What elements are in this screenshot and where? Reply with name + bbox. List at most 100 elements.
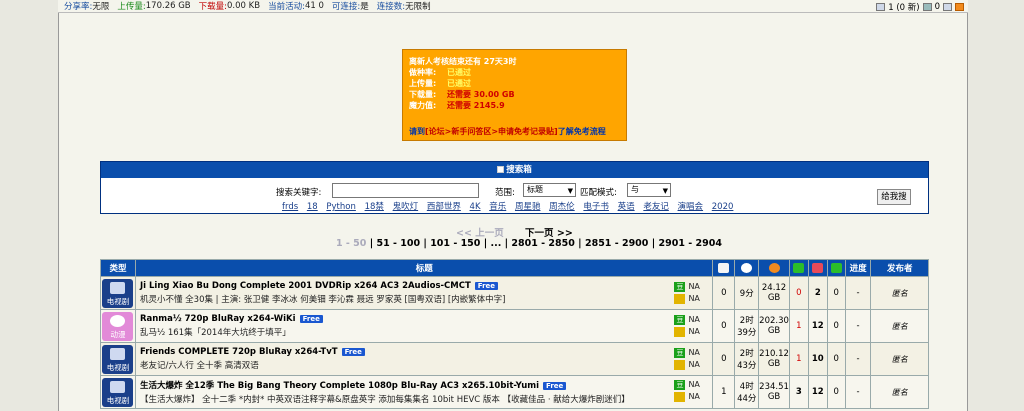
search-box-header[interactable]: 搜索箱 bbox=[101, 162, 928, 178]
torrent-title-link[interactable]: 生活大爆炸 全12季 The Big Bang Theory Complete … bbox=[140, 381, 539, 391]
seeders-count[interactable]: 3 bbox=[788, 375, 809, 409]
torrent-title-link[interactable]: Ji Ling Xiao Bu Dong Complete 2001 DVDRi… bbox=[140, 281, 471, 291]
page-link[interactable]: 2801 - 2850 bbox=[511, 238, 574, 249]
leechers-count[interactable]: 12 bbox=[807, 309, 828, 343]
message-count[interactable]: 1 (0 新) bbox=[888, 1, 919, 13]
comments-count[interactable]: 0 bbox=[712, 342, 736, 376]
table-row[interactable]: 动漫 Ranma½ 720p BluRay x264-WiKi Free 乱马½ … bbox=[100, 309, 929, 343]
snatched-count[interactable]: 0 bbox=[826, 375, 846, 409]
category-icon[interactable]: 电视剧 bbox=[102, 344, 134, 374]
exam-note-suffix: 了解免考流程 bbox=[557, 127, 606, 136]
imdb-icon[interactable] bbox=[674, 293, 686, 304]
snatched-count[interactable]: 0 bbox=[826, 342, 846, 376]
douban-icon[interactable]: 豆 bbox=[674, 347, 686, 358]
seeders-count[interactable]: 0 bbox=[788, 276, 809, 310]
exam-row-status: 已通过 bbox=[447, 79, 471, 88]
seeders-count[interactable]: 1 bbox=[788, 309, 809, 343]
comments-count[interactable]: 0 bbox=[712, 276, 736, 310]
tag-link[interactable]: frds bbox=[282, 202, 298, 212]
col-type[interactable]: 类型 bbox=[100, 259, 136, 277]
tag-link[interactable]: 4K bbox=[470, 202, 481, 212]
seeders-count[interactable]: 1 bbox=[788, 342, 809, 376]
col-time[interactable] bbox=[734, 259, 760, 277]
tag-link[interactable]: 老友记 bbox=[643, 202, 669, 212]
download-label: 下载量: bbox=[198, 2, 228, 12]
imdb-rating: NA bbox=[688, 392, 700, 401]
tag-link[interactable]: 西部世界 bbox=[427, 202, 461, 212]
mode-select[interactable]: 与 ▼ bbox=[627, 183, 671, 197]
tag-link[interactable]: 英语 bbox=[618, 202, 635, 212]
imdb-icon[interactable] bbox=[674, 359, 686, 370]
connectable-value: 是 bbox=[360, 2, 369, 12]
download-progress: - bbox=[844, 342, 872, 376]
range-select[interactable]: 标题 ▼ bbox=[523, 183, 576, 197]
tag-link[interactable]: 18禁 bbox=[365, 202, 384, 212]
torrent-subtitle: 老友记/六人行 全十季 高清双语 bbox=[139, 361, 259, 371]
col-seeders[interactable] bbox=[788, 259, 809, 277]
imdb-icon[interactable] bbox=[674, 391, 686, 402]
col-title[interactable]: 标题 bbox=[134, 259, 714, 277]
douban-icon[interactable]: 豆 bbox=[674, 314, 686, 325]
keyword-input[interactable] bbox=[332, 183, 479, 198]
torrent-title-link[interactable]: Ranma½ 720p BluRay x264-WiKi bbox=[140, 314, 296, 324]
douban-icon[interactable]: 豆 bbox=[674, 379, 686, 390]
search-button[interactable]: 给我搜 bbox=[877, 189, 911, 205]
page-link[interactable]: 101 - 150 bbox=[430, 238, 480, 249]
tag-link[interactable]: 周星驰 bbox=[515, 202, 541, 212]
exam-forum-link[interactable]: [论坛>新手问答区>申请免考记录贴] bbox=[425, 127, 558, 136]
category-icon[interactable]: 电视剧 bbox=[102, 278, 134, 308]
exam-row-label: 上传量: bbox=[409, 79, 437, 88]
tag-link[interactable]: 2020 bbox=[712, 202, 734, 212]
col-size[interactable] bbox=[758, 259, 790, 277]
page-list: 1 - 50 | 51 - 100 | 101 - 150 | ... | 28… bbox=[336, 238, 722, 249]
inbox-icon[interactable] bbox=[876, 2, 886, 11]
tag-link[interactable]: 音乐 bbox=[489, 202, 506, 212]
table-row[interactable]: 电视剧 生活大爆炸 全12季 The Big Bang Theory Compl… bbox=[100, 375, 929, 409]
category-icon[interactable]: 动漫 bbox=[102, 311, 134, 341]
hot-tags: frds 18 Python 18禁 鬼吹灯 西部世界 4K 音乐 周星驰 周杰… bbox=[282, 200, 739, 212]
added-time: 2时 39分 bbox=[734, 309, 760, 343]
category-icon[interactable]: 电视剧 bbox=[102, 377, 134, 407]
tag-link[interactable]: 演唱会 bbox=[678, 202, 704, 212]
tag-link[interactable]: 电子书 bbox=[583, 202, 609, 212]
douban-icon[interactable]: 豆 bbox=[674, 281, 686, 292]
comments-count[interactable]: 1 bbox=[712, 375, 736, 409]
torrent-size: 234.51 GB bbox=[758, 375, 790, 409]
leechers-count[interactable]: 10 bbox=[807, 342, 828, 376]
torrent-title-link[interactable]: Friends COMPLETE 720p BluRay x264-TvT bbox=[140, 347, 338, 357]
torrent-size: 24.12 GB bbox=[758, 276, 790, 310]
free-badge: Free bbox=[299, 315, 323, 323]
tag-link[interactable]: Python bbox=[326, 202, 355, 212]
rating-badges: 豆 NA NA bbox=[674, 314, 712, 338]
table-row[interactable]: 电视剧 Ji Ling Xiao Bu Dong Complete 2001 D… bbox=[100, 276, 929, 310]
keyword-label: 搜索关键字: bbox=[276, 188, 322, 198]
leechers-count[interactable]: 12 bbox=[807, 375, 828, 409]
page-link[interactable]: 2851 - 2900 bbox=[585, 238, 648, 249]
col-uploader[interactable]: 发布者 bbox=[870, 259, 929, 277]
snatched-count[interactable]: 0 bbox=[826, 276, 846, 310]
col-snatched[interactable] bbox=[826, 259, 846, 277]
col-leechers[interactable] bbox=[807, 259, 828, 277]
page-link[interactable]: 51 - 100 bbox=[376, 238, 420, 249]
rss-icon[interactable] bbox=[955, 2, 964, 11]
active-value[interactable]: 41 0 bbox=[305, 1, 324, 11]
collapse-icon[interactable] bbox=[497, 166, 505, 173]
mode-label: 匹配模式: bbox=[580, 188, 617, 198]
col-comments[interactable] bbox=[712, 259, 736, 277]
free-badge: Free bbox=[474, 282, 499, 290]
imdb-icon[interactable] bbox=[674, 326, 686, 337]
torrent-size: 210.12 GB bbox=[758, 342, 790, 376]
bookmark-icon[interactable] bbox=[943, 2, 952, 11]
page-link[interactable]: 2901 - 2904 bbox=[659, 238, 722, 249]
comments-count[interactable]: 0 bbox=[712, 309, 736, 343]
snatched-count[interactable]: 0 bbox=[826, 309, 846, 343]
tag-link[interactable]: 鬼吹灯 bbox=[393, 202, 419, 212]
secondary-count[interactable]: 0 bbox=[935, 2, 940, 12]
tag-link[interactable]: 18 bbox=[307, 202, 318, 212]
friends-icon[interactable] bbox=[922, 2, 932, 11]
table-row[interactable]: 电视剧 Friends COMPLETE 720p BluRay x264-Tv… bbox=[100, 342, 929, 376]
uploader-name: 匿名 bbox=[870, 342, 929, 376]
leechers-count[interactable]: 2 bbox=[807, 276, 828, 310]
col-progress[interactable]: 进度 bbox=[844, 259, 872, 277]
tag-link[interactable]: 周杰伦 bbox=[549, 202, 575, 212]
